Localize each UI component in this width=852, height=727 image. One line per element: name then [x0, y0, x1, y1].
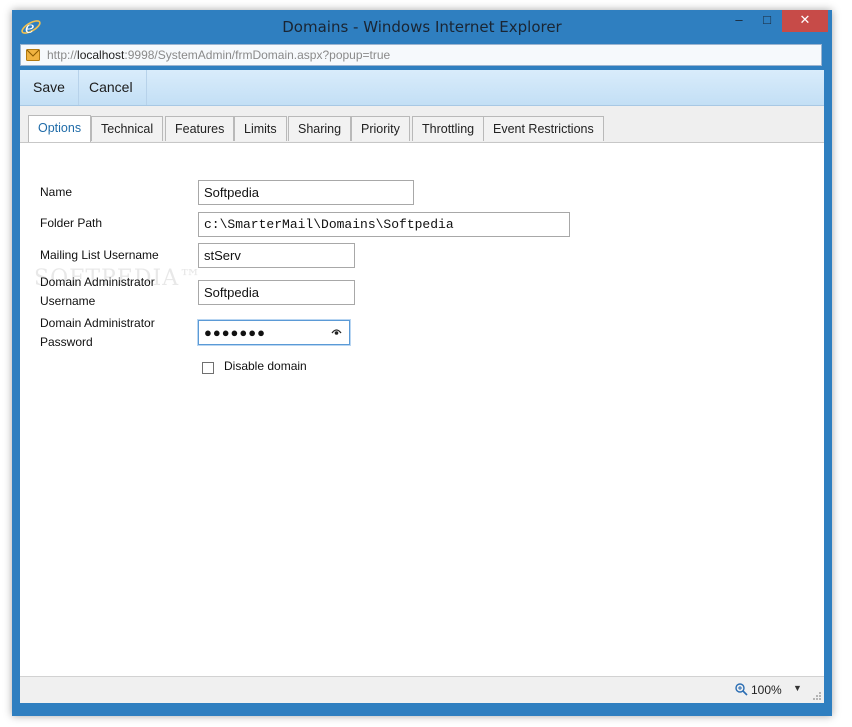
tab-priority[interactable]: Priority	[351, 116, 410, 141]
password-dots: ●●●●●●●	[204, 325, 266, 340]
address-bar[interactable]: http://localhost:9998/SystemAdmin/frmDom…	[20, 44, 822, 66]
page-icon	[26, 49, 40, 61]
minimize-button[interactable]: –	[726, 10, 752, 32]
tab-throttling[interactable]: Throttling	[412, 116, 485, 141]
tab-event-restrictions[interactable]: Event Restrictions	[483, 116, 604, 141]
disable-domain-label[interactable]: Disable domain	[224, 357, 307, 376]
admin-password-label-line2: Password	[40, 335, 93, 349]
save-button[interactable]: Save	[20, 70, 79, 105]
url-host: localhost	[77, 48, 125, 62]
admin-password-label-line1: Domain Administrator	[40, 316, 155, 330]
tab-options[interactable]: Options	[28, 115, 92, 142]
reveal-password-icon[interactable]	[331, 325, 342, 339]
name-label: Name	[40, 185, 73, 199]
zoom-icon[interactable]	[735, 683, 748, 696]
admin-username-label-line1: Domain Administrator	[40, 275, 155, 289]
maximize-button[interactable]: □	[754, 10, 780, 32]
mailing-list-username-label: Mailing List Username	[40, 248, 159, 262]
address-url[interactable]: http://localhost:9998/SystemAdmin/frmDom…	[47, 48, 390, 62]
status-bar: 100% ▼	[20, 676, 824, 703]
title-bar[interactable]: e Domains - Windows Internet Explorer – …	[12, 10, 832, 44]
tab-bar: Options Technical Features Limits Sharin…	[20, 106, 824, 143]
zoom-level[interactable]: 100%	[751, 683, 782, 697]
browser-window: e Domains - Windows Internet Explorer – …	[12, 10, 832, 716]
admin-username-input[interactable]: Softpedia	[198, 280, 355, 305]
tab-limits[interactable]: Limits	[234, 116, 287, 141]
page-content: Save Cancel Options Technical Features L…	[20, 70, 824, 676]
window-title: Domains - Windows Internet Explorer	[282, 18, 562, 36]
tab-features[interactable]: Features	[165, 116, 235, 141]
toolbar: Save Cancel	[20, 70, 824, 106]
disable-domain-checkbox[interactable]	[202, 362, 214, 374]
folder-path-input[interactable]: c:\SmarterMail\Domains\Softpedia	[198, 212, 570, 237]
url-path: :9998/SystemAdmin/frmDomain.aspx?popup=t…	[124, 48, 391, 62]
cancel-button[interactable]: Cancel	[76, 70, 147, 105]
zoom-dropdown-icon[interactable]: ▼	[793, 683, 802, 693]
name-input[interactable]: Softpedia	[198, 180, 414, 205]
tab-sharing[interactable]: Sharing	[288, 116, 352, 141]
admin-username-label-line2: Username	[40, 294, 96, 308]
folder-path-label: Folder Path	[40, 216, 103, 230]
close-button[interactable]: ✕	[782, 10, 828, 32]
url-scheme: http://	[47, 48, 78, 62]
tab-technical[interactable]: Technical	[91, 116, 164, 141]
mailing-list-username-input[interactable]: stServ	[198, 243, 355, 268]
resize-grip-icon[interactable]	[812, 691, 822, 701]
admin-password-input[interactable]: ●●●●●●●	[198, 320, 350, 345]
